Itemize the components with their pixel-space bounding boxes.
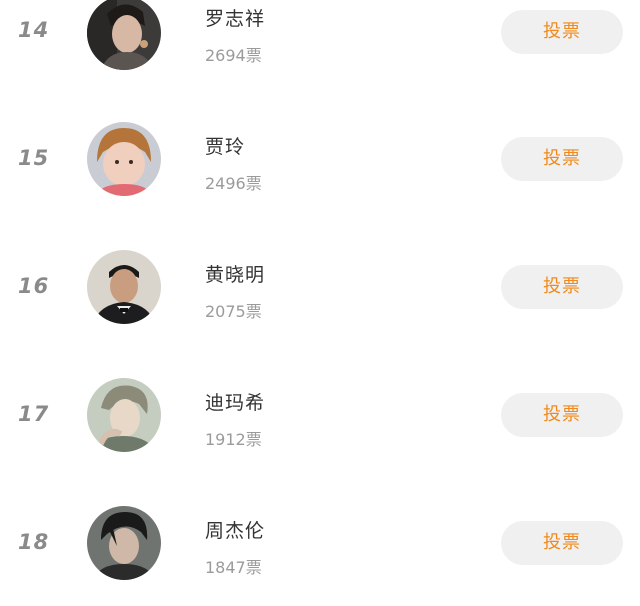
candidate-name: 周杰伦 <box>205 520 266 542</box>
candidate-name: 罗志祥 <box>205 8 266 30</box>
avatar[interactable] <box>87 122 161 196</box>
candidate-name: 贾玲 <box>205 136 246 158</box>
list-item: 16 黄晓明 2075票 投票 <box>0 222 640 350</box>
vote-button[interactable]: 投票 <box>501 137 623 181</box>
avatar[interactable] <box>87 250 161 324</box>
list-item: 14 罗志祥 2694票 投票 <box>0 0 640 94</box>
candidate-name: 黄晓明 <box>205 264 266 286</box>
vote-count: 2496票 <box>205 174 262 193</box>
rank-number: 17 <box>18 402 50 426</box>
vote-count: 2694票 <box>205 46 262 65</box>
vote-button[interactable]: 投票 <box>501 265 623 309</box>
vote-count: 1847票 <box>205 558 262 577</box>
vote-button[interactable]: 投票 <box>501 521 623 565</box>
vote-button[interactable]: 投票 <box>501 393 623 437</box>
rank-number: 14 <box>18 18 50 42</box>
avatar[interactable] <box>87 0 161 70</box>
rank-number: 18 <box>18 530 50 554</box>
list-item: 17 迪玛希 1912票 投票 <box>0 350 640 478</box>
rank-number: 16 <box>18 274 50 298</box>
list-item: 15 贾玲 2496票 投票 <box>0 94 640 222</box>
avatar[interactable] <box>87 506 161 580</box>
ranking-list: 14 罗志祥 2694票 投票 15 贾玲 2496票 投票 16 黄晓明 20… <box>0 0 640 587</box>
vote-button[interactable]: 投票 <box>501 10 623 54</box>
candidate-name: 迪玛希 <box>205 392 266 414</box>
rank-number: 15 <box>18 146 50 170</box>
avatar[interactable] <box>87 378 161 452</box>
vote-count: 1912票 <box>205 430 262 449</box>
vote-count: 2075票 <box>205 302 262 321</box>
